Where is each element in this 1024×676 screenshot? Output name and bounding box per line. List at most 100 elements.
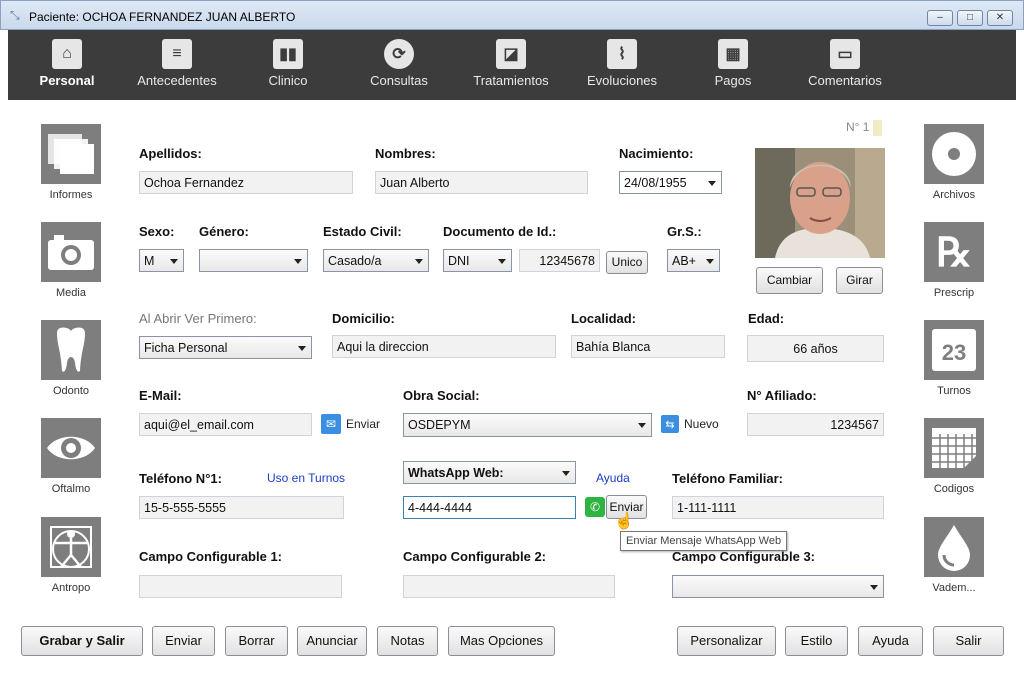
domicilio-label: Domicilio: <box>332 311 395 326</box>
eye-icon <box>41 418 101 478</box>
side-vademecum[interactable]: Vadem... <box>914 517 994 594</box>
record-number-text: N° 1 <box>846 120 870 135</box>
tooth-icon <box>41 320 101 380</box>
nacimiento-value: 24/08/1955 <box>624 176 687 190</box>
estado-civil-label: Estado Civil: <box>323 224 402 239</box>
tab-comentarios[interactable]: ▭ Comentarios <box>790 30 900 100</box>
domicilio-field[interactable]: Aqui la direccion <box>332 335 556 358</box>
tab-personal[interactable]: ⌂ Personal <box>12 30 122 100</box>
side-oftalmo[interactable]: Oftalmo <box>31 418 111 495</box>
campo2-label: Campo Configurable 2: <box>403 549 547 564</box>
side-antropo[interactable]: Antropo <box>31 517 111 594</box>
tab-label: Personal <box>39 73 95 88</box>
side-archivos[interactable]: Archivos <box>914 124 994 201</box>
app-icon: ⤡ <box>10 8 20 22</box>
abrir-primero-select[interactable]: Ficha Personal <box>139 336 312 359</box>
maximize-button[interactable]: □ <box>957 10 983 26</box>
genero-select[interactable] <box>199 249 308 272</box>
tab-consultas[interactable]: ⟳ Consultas <box>344 30 454 100</box>
edad-label: Edad: <box>748 311 785 326</box>
help-button[interactable]: Ayuda <box>858 626 923 656</box>
tab-evoluciones[interactable]: ⌇ Evoluciones <box>567 30 677 100</box>
obra-social-new-link[interactable]: Nuevo <box>684 417 719 431</box>
side-label: Codigos <box>933 483 975 495</box>
documento-number-field[interactable]: 12345678 <box>519 249 600 272</box>
grid-icon <box>924 418 984 478</box>
nombres-field[interactable]: Juan Alberto <box>375 171 588 194</box>
vitruvian-man-icon <box>41 517 101 577</box>
nacimiento-date-picker[interactable]: 24/08/1955 <box>619 171 722 194</box>
side-informes[interactable]: Informes <box>31 124 111 201</box>
customize-button[interactable]: Personalizar <box>677 626 776 656</box>
whatsapp-help-link[interactable]: Ayuda <box>596 471 630 485</box>
sexo-value: M <box>144 254 155 268</box>
chevron-down-icon <box>298 346 306 351</box>
grupo-sanguineo-label: Gr.S.: <box>667 224 702 239</box>
side-prescrip[interactable]: ℞ Prescrip <box>914 222 994 299</box>
chevron-down-icon <box>294 259 302 264</box>
save-exit-button[interactable]: Grabar y Salir <box>21 626 143 656</box>
close-button[interactable]: ✕ <box>987 10 1013 26</box>
tab-pagos[interactable]: ▦ Pagos <box>678 30 788 100</box>
envelope-icon[interactable]: ✉ <box>321 414 341 434</box>
telefono-familiar-field[interactable]: 1-111-1111 <box>672 496 884 519</box>
whatsapp-tooltip: Enviar Mensaje WhatsApp Web <box>620 531 788 551</box>
tags-icon: ◪ <box>496 39 526 69</box>
uso-en-turnos-link[interactable]: Uso en Turnos <box>267 471 345 485</box>
tab-label: Comentarios <box>808 73 882 88</box>
edad-field: 66 años <box>747 335 884 362</box>
chevron-down-icon <box>706 259 714 264</box>
chevron-down-icon <box>170 259 178 264</box>
patient-photo <box>755 148 885 258</box>
hand-cursor-icon: ☝ <box>614 513 634 530</box>
sexo-label: Sexo: <box>139 224 175 239</box>
estado-civil-select[interactable]: Casado/a <box>323 249 429 272</box>
tab-label: Tratamientos <box>473 73 549 88</box>
obra-social-select[interactable]: OSDEPYM <box>403 413 652 437</box>
side-codigos[interactable]: Codigos <box>914 418 994 495</box>
telefono1-field[interactable]: 15-5-555-5555 <box>139 496 344 519</box>
tab-clinico[interactable]: ▮▮ Clinico <box>233 30 343 100</box>
side-odonto[interactable]: Odonto <box>31 320 111 397</box>
house-icon: ⌂ <box>52 39 82 69</box>
grupo-sanguineo-value: AB+ <box>672 254 696 268</box>
afiliado-label: N° Afiliado: <box>747 388 817 403</box>
email-field[interactable]: aqui@el_email.com <box>139 413 312 436</box>
whatsapp-icon[interactable]: ✆ <box>585 497 605 517</box>
campo3-select[interactable] <box>672 575 884 598</box>
rotate-photo-button[interactable]: Girar <box>836 267 883 294</box>
unico-button[interactable]: Unico <box>606 251 648 274</box>
tab-label: Consultas <box>370 73 428 88</box>
notes-button[interactable]: Notas <box>377 626 438 656</box>
campo2-field[interactable] <box>403 575 615 598</box>
afiliado-field[interactable]: 1234567 <box>747 413 884 436</box>
side-media[interactable]: Media <box>31 222 111 299</box>
send-button[interactable]: Enviar <box>152 626 215 656</box>
side-label: Archivos <box>932 189 976 201</box>
more-options-button[interactable]: Mas Opciones <box>448 626 555 656</box>
apellidos-field[interactable]: Ochoa Fernandez <box>139 171 353 194</box>
tab-tratamientos[interactable]: ◪ Tratamientos <box>456 30 566 100</box>
delete-button[interactable]: Borrar <box>225 626 288 656</box>
grupo-sanguineo-select[interactable]: AB+ <box>667 249 720 272</box>
minimize-button[interactable]: – <box>927 10 953 26</box>
style-button[interactable]: Estilo <box>785 626 848 656</box>
documento-type-select[interactable]: DNI <box>443 249 512 272</box>
tab-label: Clinico <box>268 73 308 88</box>
tab-antecedentes[interactable]: ≡ Antecedentes <box>122 30 232 100</box>
obra-social-value: OSDEPYM <box>408 418 471 432</box>
exit-button[interactable]: Salir <box>933 626 1004 656</box>
whatsapp-mode-select[interactable]: WhatsApp Web: <box>403 461 576 484</box>
campo1-field[interactable] <box>139 575 342 598</box>
speech-bubble-icon: ▭ <box>830 39 860 69</box>
side-turnos[interactable]: 23 Turnos <box>914 320 994 397</box>
sexo-select[interactable]: M <box>139 249 184 272</box>
stacked-pages-icon <box>41 124 101 184</box>
change-photo-button[interactable]: Cambiar <box>756 267 823 294</box>
whatsapp-number-field[interactable]: 4-444-4444 <box>403 496 576 519</box>
side-label: Antropo <box>51 582 91 594</box>
announce-button[interactable]: Anunciar <box>297 626 367 656</box>
localidad-field[interactable]: Bahía Blanca <box>571 335 725 358</box>
swap-arrows-icon[interactable]: ⇆ <box>661 415 679 433</box>
email-send-link[interactable]: Enviar <box>346 417 380 431</box>
